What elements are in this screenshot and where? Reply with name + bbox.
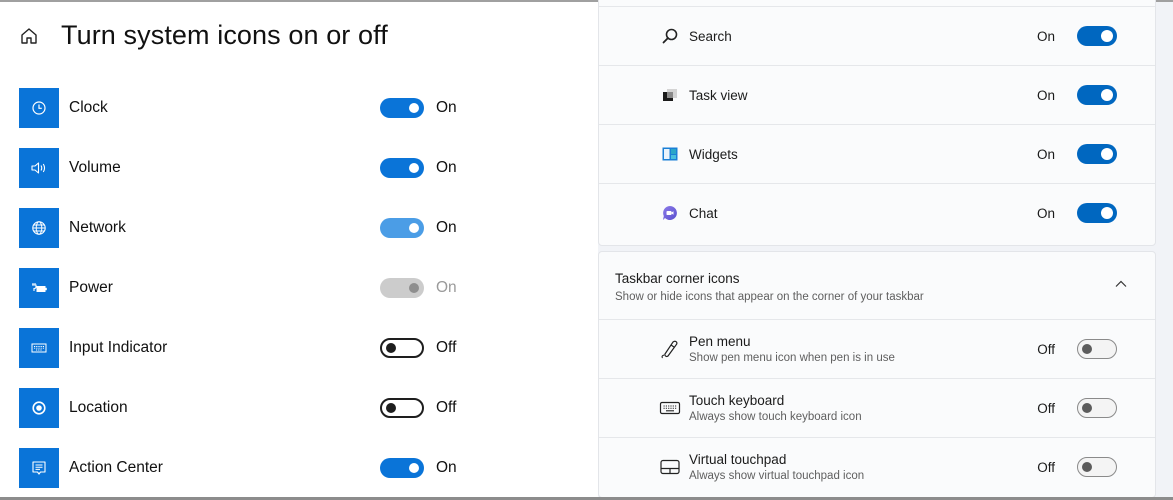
toggle-knob (1101, 207, 1113, 219)
system-icon-row-clock: Clock On (19, 88, 479, 128)
toggle-knob (409, 463, 419, 473)
toggle-state: On (1036, 146, 1055, 162)
home-icon[interactable] (18, 25, 40, 47)
taskbar-settings-panel: Search On Task view On Widgets On Chat O… (598, 0, 1173, 498)
virtual-touchpad-toggle[interactable] (1077, 457, 1117, 477)
toggle-knob (409, 103, 419, 113)
toggle-state: Off (1037, 400, 1055, 416)
toggle-knob (1101, 30, 1113, 42)
item-description: Show pen menu icon when pen is in use (689, 352, 895, 364)
toggle-knob (409, 223, 419, 233)
toggle-state: On (436, 99, 457, 116)
page-title: Turn system icons on or off (61, 20, 388, 50)
item-label: Volume (69, 159, 121, 176)
system-icon-row-volume: Volume On (19, 148, 479, 188)
item-label: Widgets (689, 146, 738, 162)
item-description: Always show virtual touchpad icon (689, 470, 865, 482)
toggle-state: Off (1037, 341, 1055, 357)
toggle-knob (386, 343, 396, 353)
volume-icon (19, 148, 59, 188)
toggle-state: Off (436, 399, 457, 416)
item-label: Power (69, 279, 113, 296)
taskbar-item-chat: Chat On (599, 183, 1155, 242)
item-label: Chat (689, 205, 718, 221)
toggle-knob (409, 163, 419, 173)
taskbar-item-task-view: Task view On (599, 65, 1155, 124)
toggle-state: On (1036, 205, 1055, 221)
toggle-state: On (436, 279, 457, 296)
toggle-knob (1101, 148, 1113, 160)
section-title: Taskbar corner icons (615, 271, 740, 286)
taskbar-item-widgets: Widgets On (599, 124, 1155, 183)
section-subtitle: Show or hide icons that appear on the co… (615, 291, 924, 303)
page-header: Turn system icons on or off (18, 20, 388, 51)
taskbar-corner-icons-card: Taskbar corner icons Show or hide icons … (598, 251, 1156, 498)
corner-item-touch-keyboard: Touch keyboard Always show touch keyboar… (599, 378, 1155, 437)
widgets-icon (659, 143, 681, 165)
taskbar-corner-icons-header[interactable]: Taskbar corner icons Show or hide icons … (599, 252, 1155, 319)
search-toggle[interactable] (1077, 26, 1117, 46)
item-label: Task view (689, 87, 748, 103)
system-icon-row-network: Network On (19, 208, 479, 248)
item-label: Action Center (69, 459, 163, 476)
toggle-knob (1082, 403, 1092, 413)
toggle-state: Off (436, 339, 457, 356)
item-description: Always show touch keyboard icon (689, 411, 862, 423)
power-toggle[interactable] (380, 278, 424, 298)
corner-item-pen-menu: Pen menu Show pen menu icon when pen is … (599, 319, 1155, 378)
corner-item-virtual-touchpad: Virtual touchpad Always show virtual tou… (599, 437, 1155, 496)
clock-icon (19, 88, 59, 128)
taskbar-items-card: Search On Task view On Widgets On Chat O… (598, 0, 1156, 246)
toggle-state: On (436, 219, 457, 236)
item-label: Virtual touchpad (689, 452, 787, 467)
action-center-toggle[interactable] (380, 458, 424, 478)
taskbar-item-search: Search On (599, 6, 1155, 65)
touchpad-icon (659, 456, 681, 478)
location-toggle[interactable] (380, 398, 424, 418)
network-toggle[interactable] (380, 218, 424, 238)
touch-keyboard-icon (659, 397, 681, 419)
chat-icon (659, 202, 681, 224)
location-icon (19, 388, 59, 428)
item-label: Search (689, 28, 732, 44)
toggle-state: Off (1037, 459, 1055, 475)
widgets-toggle[interactable] (1077, 144, 1117, 164)
system-icon-row-action-center: Action Center On (19, 448, 479, 488)
toggle-state: On (1036, 87, 1055, 103)
item-label: Clock (69, 99, 108, 116)
item-label: Network (69, 219, 126, 236)
toggle-knob (1082, 344, 1092, 354)
item-label: Location (69, 399, 128, 416)
toggle-knob (386, 403, 396, 413)
power-plug-battery-icon (19, 268, 59, 308)
item-label: Input Indicator (69, 339, 168, 356)
toggle-knob (409, 283, 419, 293)
system-icon-row-location: Location Off (19, 388, 479, 428)
toggle-state: On (436, 459, 457, 476)
input-indicator-toggle[interactable] (380, 338, 424, 358)
system-icon-row-power: Power On (19, 268, 479, 308)
item-label: Touch keyboard (689, 393, 785, 408)
chat-toggle[interactable] (1077, 203, 1117, 223)
task-view-toggle[interactable] (1077, 85, 1117, 105)
volume-toggle[interactable] (380, 158, 424, 178)
touch-keyboard-toggle[interactable] (1077, 398, 1117, 418)
task-view-icon (659, 84, 681, 106)
toggle-knob (1101, 89, 1113, 101)
toggle-state: On (436, 159, 457, 176)
pen-icon (659, 338, 681, 360)
pen-menu-toggle[interactable] (1077, 339, 1117, 359)
toggle-state: On (1036, 28, 1055, 44)
action-center-icon (19, 448, 59, 488)
search-icon (659, 25, 681, 47)
system-icons-panel: Turn system icons on or off Clock On Vol… (0, 2, 598, 497)
chevron-up-icon[interactable] (1113, 276, 1129, 292)
item-label: Pen menu (689, 334, 751, 349)
toggle-knob (1082, 462, 1092, 472)
keyboard-icon (19, 328, 59, 368)
clock-toggle[interactable] (380, 98, 424, 118)
network-globe-icon (19, 208, 59, 248)
system-icon-row-input-indicator: Input Indicator Off (19, 328, 479, 368)
